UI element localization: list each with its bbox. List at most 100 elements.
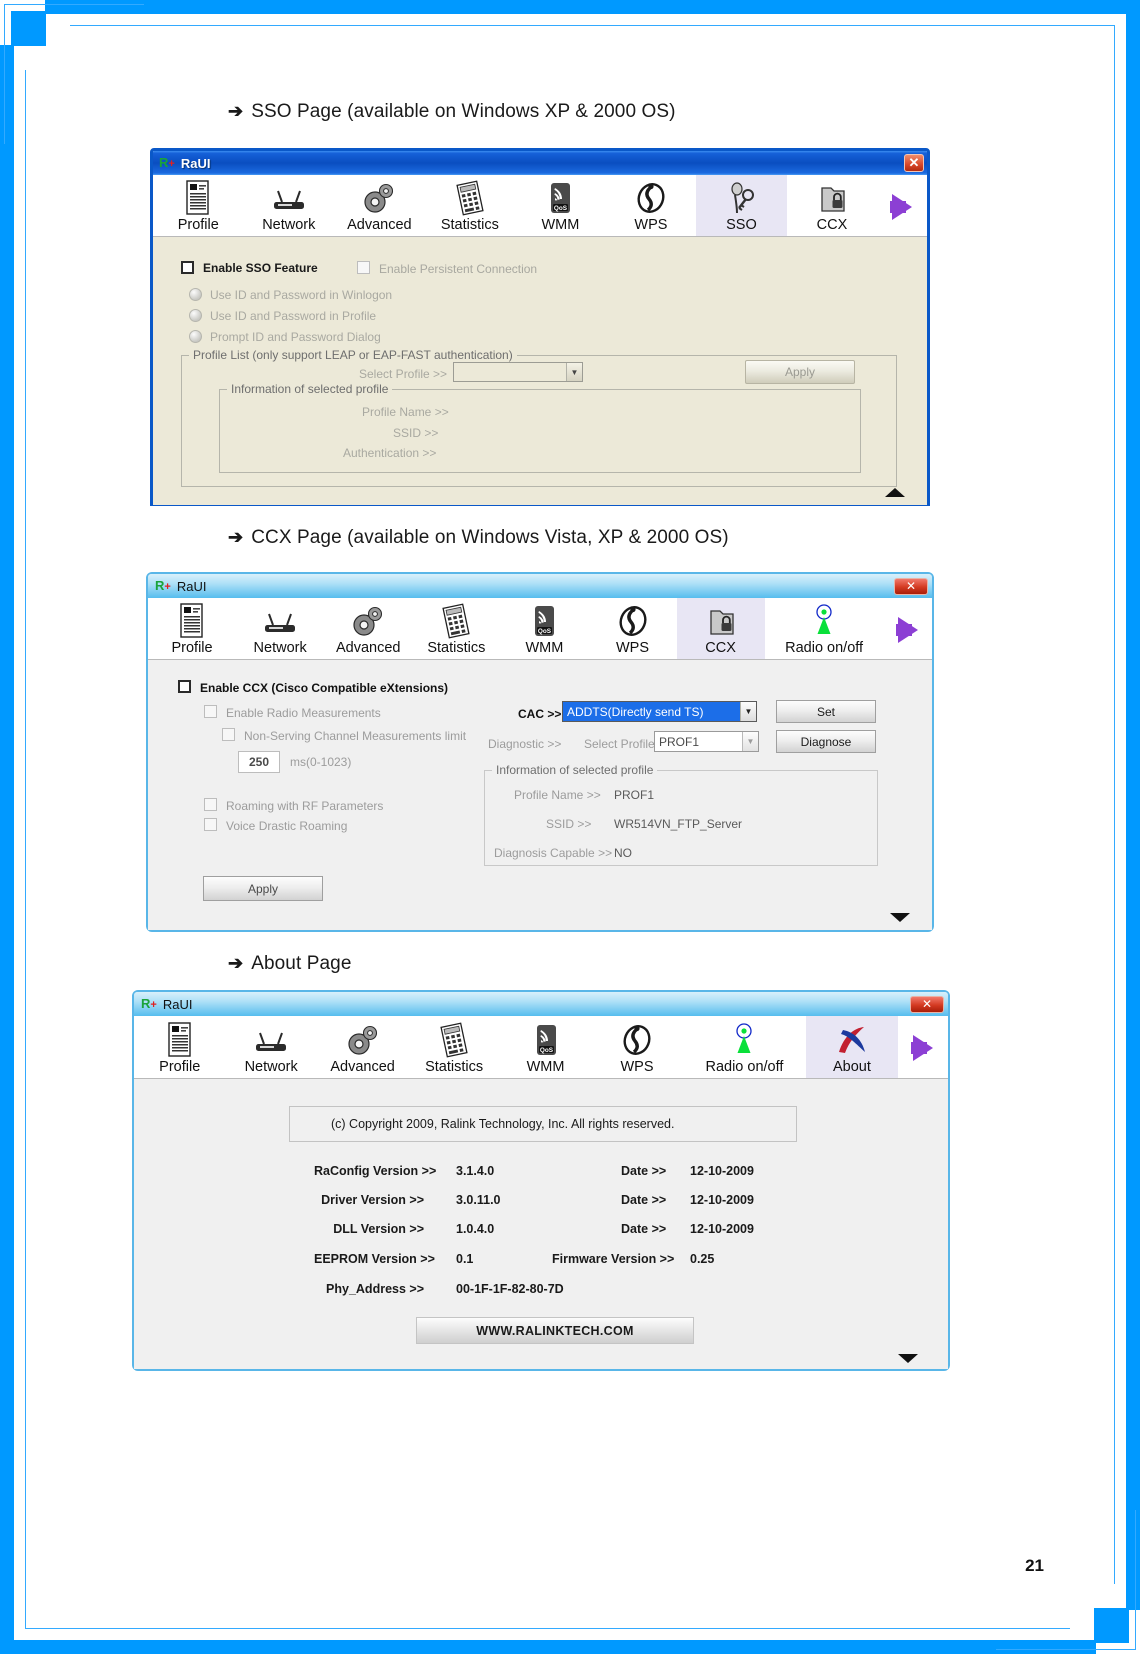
ccx-diagnosis-capable-value: NO: [614, 846, 632, 860]
sso-ssid-label: SSID >>: [393, 426, 439, 440]
website-link[interactable]: WWW.RALINKTECH.COM: [416, 1317, 694, 1344]
enable-persistent-connection-label: Enable Persistent Connection: [379, 262, 538, 276]
cac-combo[interactable]: ADDTS(Directly send TS) ▼: [562, 701, 757, 722]
tab-sso[interactable]: SSO: [696, 175, 787, 236]
tab-wps[interactable]: WPS: [606, 175, 697, 236]
page-border-right: [1126, 0, 1140, 1610]
tab-network-ccx[interactable]: Network: [236, 598, 324, 659]
tab-statistics-about[interactable]: Statistics: [408, 1016, 499, 1078]
tab-wps-about[interactable]: WPS: [591, 1016, 682, 1078]
voice-drastic-roaming-checkbox[interactable]: [204, 818, 217, 831]
sso-tabstrip: Profile Network Advanced Statistics QoS …: [153, 175, 927, 237]
tab-advanced-label: Advanced: [347, 217, 412, 233]
radio-profile[interactable]: [189, 309, 202, 322]
tab-wmm[interactable]: QoS WMM: [515, 175, 606, 236]
page-border-corner-bottomright: [1094, 1608, 1129, 1643]
ccx-tabstrip: Profile Network Advanced Statistics QoS …: [148, 598, 932, 660]
phy-address-label: Phy_Address >>: [326, 1282, 424, 1296]
about-icon: [834, 1022, 870, 1058]
tab-statistics[interactable]: Statistics: [425, 175, 516, 236]
raconfig-version-value: 3.1.4.0: [456, 1164, 495, 1178]
about-close-button[interactable]: ✕: [910, 995, 944, 1013]
tab-profile-label: Profile: [177, 217, 219, 233]
wmm-qos-icon-3: QoS: [529, 1022, 563, 1058]
enable-radio-measurements-checkbox[interactable]: [204, 705, 217, 718]
tab-profile-ccx[interactable]: Profile: [148, 598, 236, 659]
tab-wmm-label: WMM: [541, 217, 580, 233]
about-tabstrip: Profile Network Advanced Statistics QoS …: [134, 1016, 948, 1079]
heading-sso-page: ➔ SSO Page (available on Windows XP & 200…: [228, 101, 676, 122]
tab-wmm-ccx[interactable]: QoS WMM: [500, 598, 588, 659]
tab-wps-ccx[interactable]: WPS: [588, 598, 676, 659]
enable-persistent-connection-checkbox[interactable]: [357, 261, 370, 274]
tab-wps-about-label: WPS: [620, 1059, 654, 1075]
svg-text:QoS: QoS: [554, 205, 568, 212]
tab-network[interactable]: Network: [244, 175, 335, 236]
enable-ccx-checkbox[interactable]: [178, 680, 191, 693]
tab-ccx-selected[interactable]: CCX: [676, 598, 765, 659]
tab-profile-about-label: Profile: [159, 1059, 201, 1075]
firmware-version-value: 0.25: [690, 1252, 715, 1266]
sso-apply-button[interactable]: Apply: [745, 360, 855, 384]
ccx-titlebar: R+ RaUI ✕: [148, 574, 932, 598]
tab-sso-label: SSO: [726, 217, 757, 233]
select-profile-combo[interactable]: ▼: [453, 362, 583, 382]
tab-profile-about[interactable]: Profile: [134, 1016, 225, 1078]
ccx-diagnosis-capable-label: Diagnosis Capable >>: [494, 846, 613, 860]
collapse-arrow-icon[interactable]: [885, 488, 905, 497]
tab-wmm-about[interactable]: QoS WMM: [500, 1016, 591, 1078]
heading-about-page: ➔ About Page: [228, 953, 352, 974]
ccx-apply-button[interactable]: Apply: [203, 876, 323, 901]
tab-radio-onoff-about[interactable]: Radio on/off: [683, 1016, 806, 1078]
roaming-rf-parameters-checkbox[interactable]: [204, 798, 217, 811]
expand-arrow-icon-ccx[interactable]: [890, 913, 910, 922]
tab-wps-label: WPS: [634, 217, 668, 233]
radio-winlogon[interactable]: [189, 288, 202, 301]
dll-version-value: 1.0.4.0: [456, 1222, 495, 1236]
non-serving-channel-checkbox[interactable]: [222, 728, 235, 741]
ms-value-input[interactable]: 250: [238, 751, 280, 773]
ccx-set-button[interactable]: Set: [776, 700, 876, 723]
statistics-icon-2: [439, 603, 473, 639]
firmware-version-label: Firmware Version >>: [552, 1252, 675, 1266]
page-border-inner-bottom: [25, 1628, 1070, 1629]
enable-sso-checkbox[interactable]: [181, 261, 194, 274]
tab-advanced-ccx[interactable]: Advanced: [324, 598, 412, 659]
tab-advanced[interactable]: Advanced: [334, 175, 425, 236]
ccx-diagnose-button[interactable]: Diagnose: [776, 730, 876, 753]
ccx-icon: [815, 180, 849, 216]
ccx-select-profile-combo[interactable]: PROF1 ▼: [654, 731, 759, 752]
tab-ccx[interactable]: CCX: [787, 175, 878, 236]
tab-statistics-label: Statistics: [440, 217, 499, 233]
tab-next-arrow-about[interactable]: [898, 1016, 948, 1078]
tab-next-arrow[interactable]: [877, 175, 927, 236]
sso-close-button[interactable]: ✕: [904, 154, 924, 172]
sso-icon: [723, 180, 759, 216]
phy-address-value: 00-1F-1F-82-80-7D: [456, 1282, 564, 1296]
tab-statistics-ccx[interactable]: Statistics: [412, 598, 500, 659]
radio-prompt-dialog[interactable]: [189, 330, 202, 343]
raui-window-ccx: R+ RaUI ✕ Profile Network Advanced Stati…: [146, 572, 934, 932]
raconfig-date-label: Date >>: [621, 1164, 667, 1178]
chevron-down-icon: ▼: [566, 363, 582, 381]
page-border-thin-topleft-v: [4, 4, 5, 144]
ccx-close-button[interactable]: ✕: [894, 577, 928, 595]
tab-network-about-label: Network: [244, 1059, 298, 1075]
tab-profile[interactable]: Profile: [153, 175, 244, 236]
tab-network-about[interactable]: Network: [225, 1016, 316, 1078]
page-border-thin-topleft-h: [4, 4, 144, 5]
bullet-arrow-icon-3: ➔: [228, 953, 244, 973]
tab-statistics-ccx-label: Statistics: [427, 640, 486, 656]
expand-arrow-icon-about[interactable]: [898, 1354, 918, 1363]
tab-radio-onoff-ccx-label: Radio on/off: [785, 640, 864, 656]
tab-next-arrow-ccx[interactable]: [884, 598, 932, 659]
tab-about-selected[interactable]: About: [806, 1016, 898, 1078]
tab-radio-onoff-ccx[interactable]: Radio on/off: [765, 598, 884, 659]
chevron-down-icon-cac: ▼: [740, 702, 756, 721]
diagnostic-label: Diagnostic >>: [488, 737, 562, 751]
svg-text:QoS: QoS: [539, 1047, 553, 1054]
tab-advanced-about-label: Advanced: [330, 1059, 395, 1075]
wps-icon-3: [621, 1022, 653, 1058]
svg-text:QoS: QoS: [538, 628, 552, 635]
tab-advanced-about[interactable]: Advanced: [317, 1016, 408, 1078]
